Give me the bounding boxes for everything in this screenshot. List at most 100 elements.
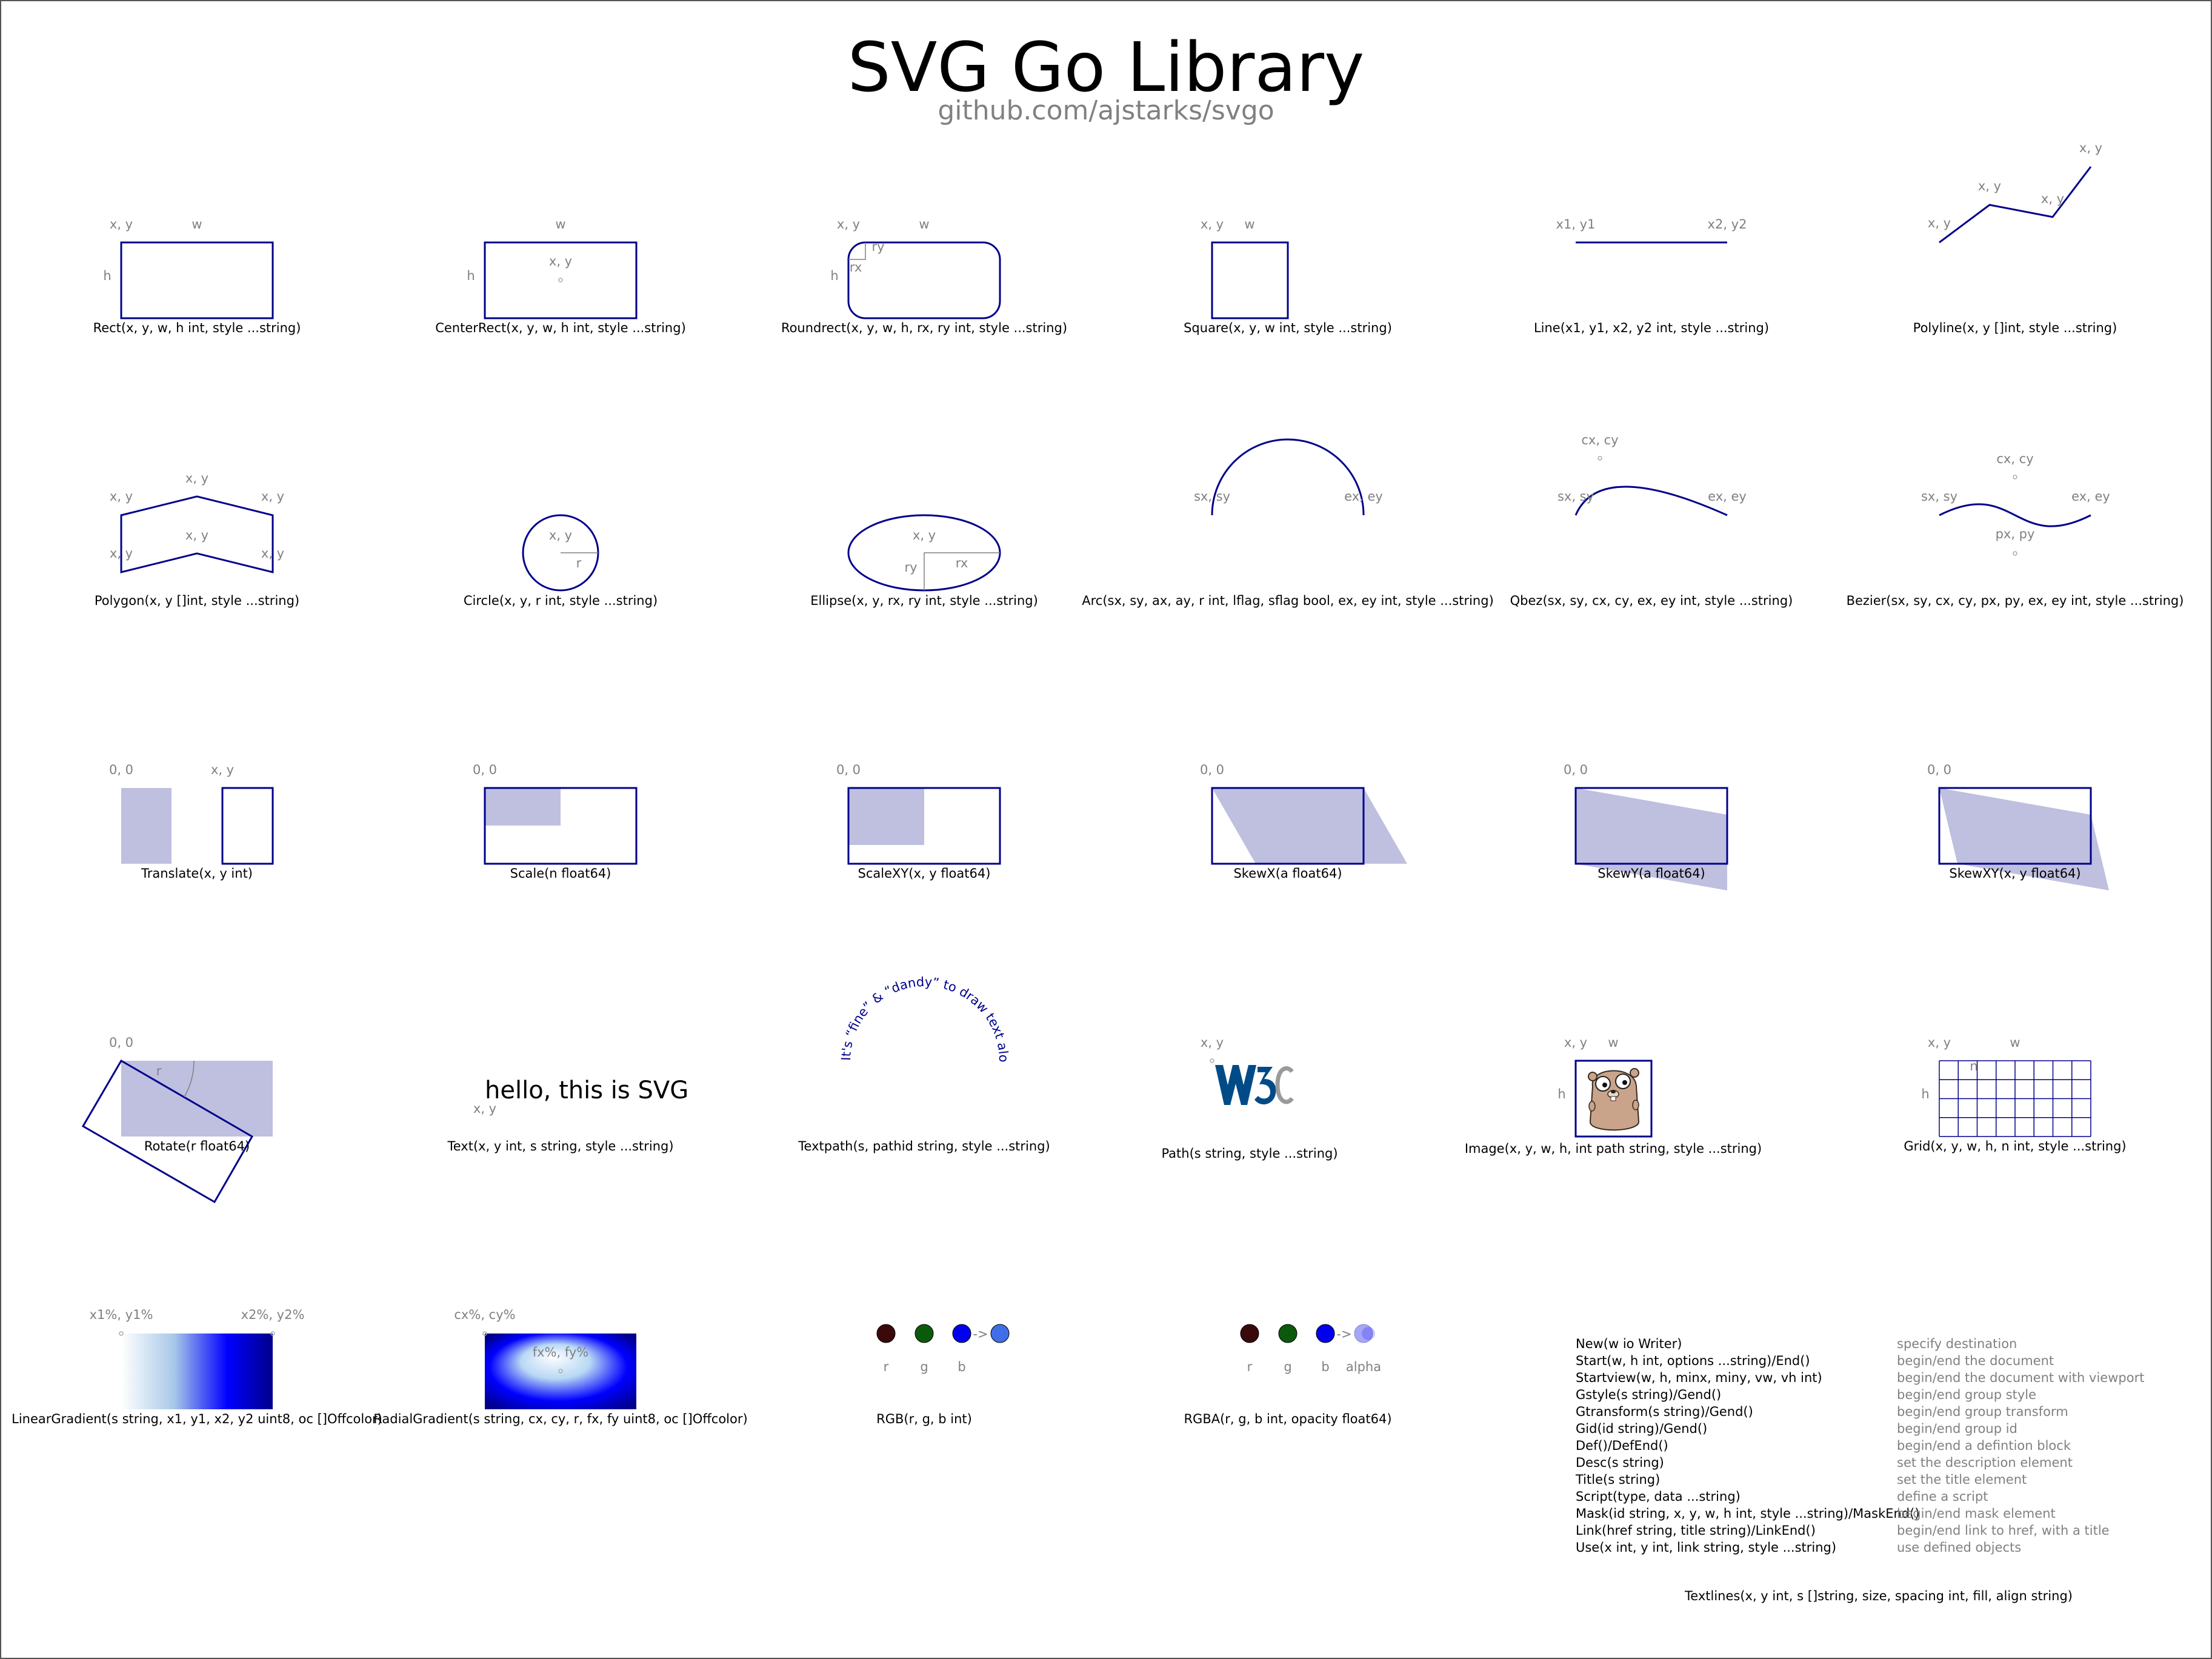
sxsy-label: sx, sy bbox=[1194, 489, 1230, 504]
skewx-demo: 0, 0 SkewX(a float64) bbox=[1200, 763, 1407, 881]
translate-caption: Translate(x, y int) bbox=[141, 866, 253, 881]
arc-demo: sx, sy ex, ey Arc(sx, sy, ax, ay, r int,… bbox=[1082, 438, 1494, 608]
linear-gradient-fill bbox=[121, 1334, 273, 1409]
translate-shape bbox=[221, 787, 274, 865]
api-description: begin/end link to href, with a title bbox=[1897, 1523, 2110, 1538]
polygon-demo: x, y x, y x, y x, y x, y x, y Polygon(x,… bbox=[95, 471, 299, 608]
rotate-caption: Rotate(r float64) bbox=[144, 1139, 250, 1153]
polyline-shape bbox=[1939, 166, 2092, 244]
text-caption: Text(x, y int, s string, style ...string… bbox=[447, 1139, 673, 1153]
w-label: w bbox=[2010, 1035, 2020, 1050]
roundrect-demo: x, y w h rx ry Roundrect(x, y, w, h, rx,… bbox=[781, 217, 1067, 335]
rgb-caption: RGB(r, g, b int) bbox=[876, 1412, 972, 1426]
green-dot bbox=[1278, 1324, 1298, 1343]
rotate-demo: 0, 0 r Rotate(r float64) bbox=[81, 1035, 273, 1204]
sxsy-label: sx, sy bbox=[1921, 489, 1957, 504]
grid-caption: Grid(x, y, w, h, n int, style ...string) bbox=[1904, 1139, 2126, 1153]
rotate-fill bbox=[121, 1061, 273, 1137]
path-caption: Path(s string, style ...string) bbox=[1161, 1146, 1338, 1161]
text-demo: hello, this is SVG x, y Text(x, y int, s… bbox=[447, 1077, 688, 1153]
api-description: use defined objects bbox=[1897, 1540, 2021, 1555]
scale-demo: 0, 0 Scale(n float64) bbox=[473, 763, 638, 881]
g-label: g bbox=[1284, 1360, 1291, 1374]
radialgradient-demo: cx%, cy% fx%, fy% RadialGradient(s strin… bbox=[373, 1307, 747, 1426]
api-signature: Script(type, data ...string) bbox=[1576, 1489, 1741, 1504]
xy-label: x, y bbox=[1201, 217, 1224, 232]
api-description: define a script bbox=[1897, 1489, 1988, 1504]
api-signature-list: New(w io Writer) Start(w, h int, options … bbox=[1575, 1337, 1920, 1555]
circle-caption: Circle(x, y, r int, style ...string) bbox=[464, 593, 658, 608]
api-signature: Start(w, h int, options ...string)/End() bbox=[1576, 1354, 1810, 1368]
w-label: w bbox=[555, 217, 565, 232]
gradient-start-label: x1%, y1% bbox=[90, 1307, 153, 1322]
rect-shape bbox=[120, 241, 274, 319]
api-signature: Link(href string, title string)/LinkEnd(… bbox=[1576, 1523, 1816, 1538]
w-label: w bbox=[192, 217, 202, 232]
arc-shape bbox=[1211, 438, 1365, 516]
xy-label: x, y bbox=[913, 528, 936, 542]
line-demo: x1, y1 x2, y2 Line(x1, y1, x2, y2 int, s… bbox=[1534, 217, 1769, 335]
xy-label: x, y bbox=[549, 254, 572, 269]
api-signature: Desc(s string) bbox=[1576, 1455, 1664, 1470]
origin-label: 0, 0 bbox=[109, 1035, 133, 1050]
arrow-label: -> bbox=[1336, 1327, 1351, 1341]
alpha-label: alpha bbox=[1346, 1360, 1381, 1374]
ry-label: ry bbox=[871, 239, 884, 254]
circle-demo: x, y r Circle(x, y, r int, style ...stri… bbox=[464, 514, 658, 608]
hello-text: hello, this is SVG bbox=[485, 1077, 688, 1104]
api-signature: Gtransform(s string)/Gend() bbox=[1576, 1404, 1753, 1419]
origin-label: 0, 0 bbox=[1927, 763, 1951, 777]
control-point bbox=[2013, 475, 2017, 479]
polygon-caption: Polygon(x, y []int, style ...string) bbox=[95, 593, 299, 608]
h-label: h bbox=[1921, 1087, 1929, 1101]
bezier-caption: Bezier(sx, sy, cx, cy, px, py, ex, ey in… bbox=[1847, 593, 2184, 608]
x1y1-label: x1, y1 bbox=[1556, 217, 1596, 232]
page-subtitle: github.com/ajstarks/svgo bbox=[938, 95, 1274, 126]
origin-label: 0, 0 bbox=[109, 763, 133, 777]
w-label: w bbox=[919, 217, 929, 232]
blue-dot bbox=[952, 1324, 971, 1343]
exey-label: ex, ey bbox=[1708, 489, 1747, 504]
lineargradient-demo: x1%, y1% x2%, y2% LinearGradient(s strin… bbox=[12, 1307, 382, 1426]
blue-dot bbox=[1316, 1324, 1335, 1343]
centerrect-demo: x, y w h CenterRect(x, y, w, h int, styl… bbox=[435, 217, 686, 335]
h-label: h bbox=[103, 269, 111, 283]
xy-label: x, y bbox=[261, 546, 284, 561]
logo-c bbox=[1275, 1066, 1294, 1104]
gradient-focus-label: fx%, fy% bbox=[533, 1345, 589, 1360]
rect-caption: Rect(x, y, w, h int, style ...string) bbox=[93, 321, 301, 335]
skewy-demo: 0, 0 SkewY(a float64) bbox=[1564, 763, 1728, 890]
rgba-demo: -> r g b alpha RGBA(r, g, b int, opacity… bbox=[1184, 1324, 1392, 1426]
textpath-demo: It's “fine” & “dandy” to draw text along… bbox=[0, 0, 1050, 1153]
textlines-caption: Textlines(x, y int, s []string, size, sp… bbox=[1684, 1589, 2073, 1603]
h-label: h bbox=[1557, 1087, 1565, 1101]
rx-label: rx bbox=[956, 556, 968, 570]
x2y2-label: x2, y2 bbox=[1708, 217, 1747, 232]
xy-label: x, y bbox=[211, 763, 234, 777]
scale-caption: Scale(n float64) bbox=[510, 866, 611, 881]
xy-label: x, y bbox=[1201, 1035, 1224, 1050]
api-description: specify destination bbox=[1897, 1337, 2017, 1351]
pxpy-label: px, py bbox=[1996, 527, 2035, 541]
xy-label: x, y bbox=[185, 528, 208, 542]
xy-label: x, y bbox=[2041, 192, 2064, 206]
qbez-demo: cx, cy sx, sy ex, ey Qbez(sx, sy, cx, cy… bbox=[1510, 433, 1793, 608]
control-point bbox=[2013, 551, 2017, 556]
alpha-overlap bbox=[1362, 1327, 1375, 1340]
image-caption: Image(x, y, w, h, int path string, style… bbox=[1465, 1141, 1762, 1156]
api-signature: New(w io Writer) bbox=[1576, 1337, 1682, 1351]
skewx-fill bbox=[1212, 788, 1407, 864]
xy-label: x, y bbox=[261, 489, 284, 504]
api-signature: Gid(id string)/Gend() bbox=[1576, 1421, 1707, 1436]
w-label: w bbox=[1608, 1035, 1618, 1050]
rx-label: rx bbox=[850, 260, 862, 275]
red-dot bbox=[1240, 1324, 1259, 1343]
center-point bbox=[558, 278, 563, 282]
xy-label: x, y bbox=[110, 489, 133, 504]
bezier-demo: cx, cy px, py sx, sy ex, ey Bezier(sx, s… bbox=[1847, 452, 2184, 608]
api-description: begin/end the document with viewport bbox=[1897, 1370, 2144, 1385]
api-description: begin/end the document bbox=[1897, 1354, 2054, 1368]
arc-caption: Arc(sx, sy, ax, ay, r int, lflag, sflag … bbox=[1082, 593, 1494, 608]
api-description: set the title element bbox=[1897, 1472, 2027, 1487]
gradient-end-label: x2%, y2% bbox=[241, 1307, 305, 1322]
